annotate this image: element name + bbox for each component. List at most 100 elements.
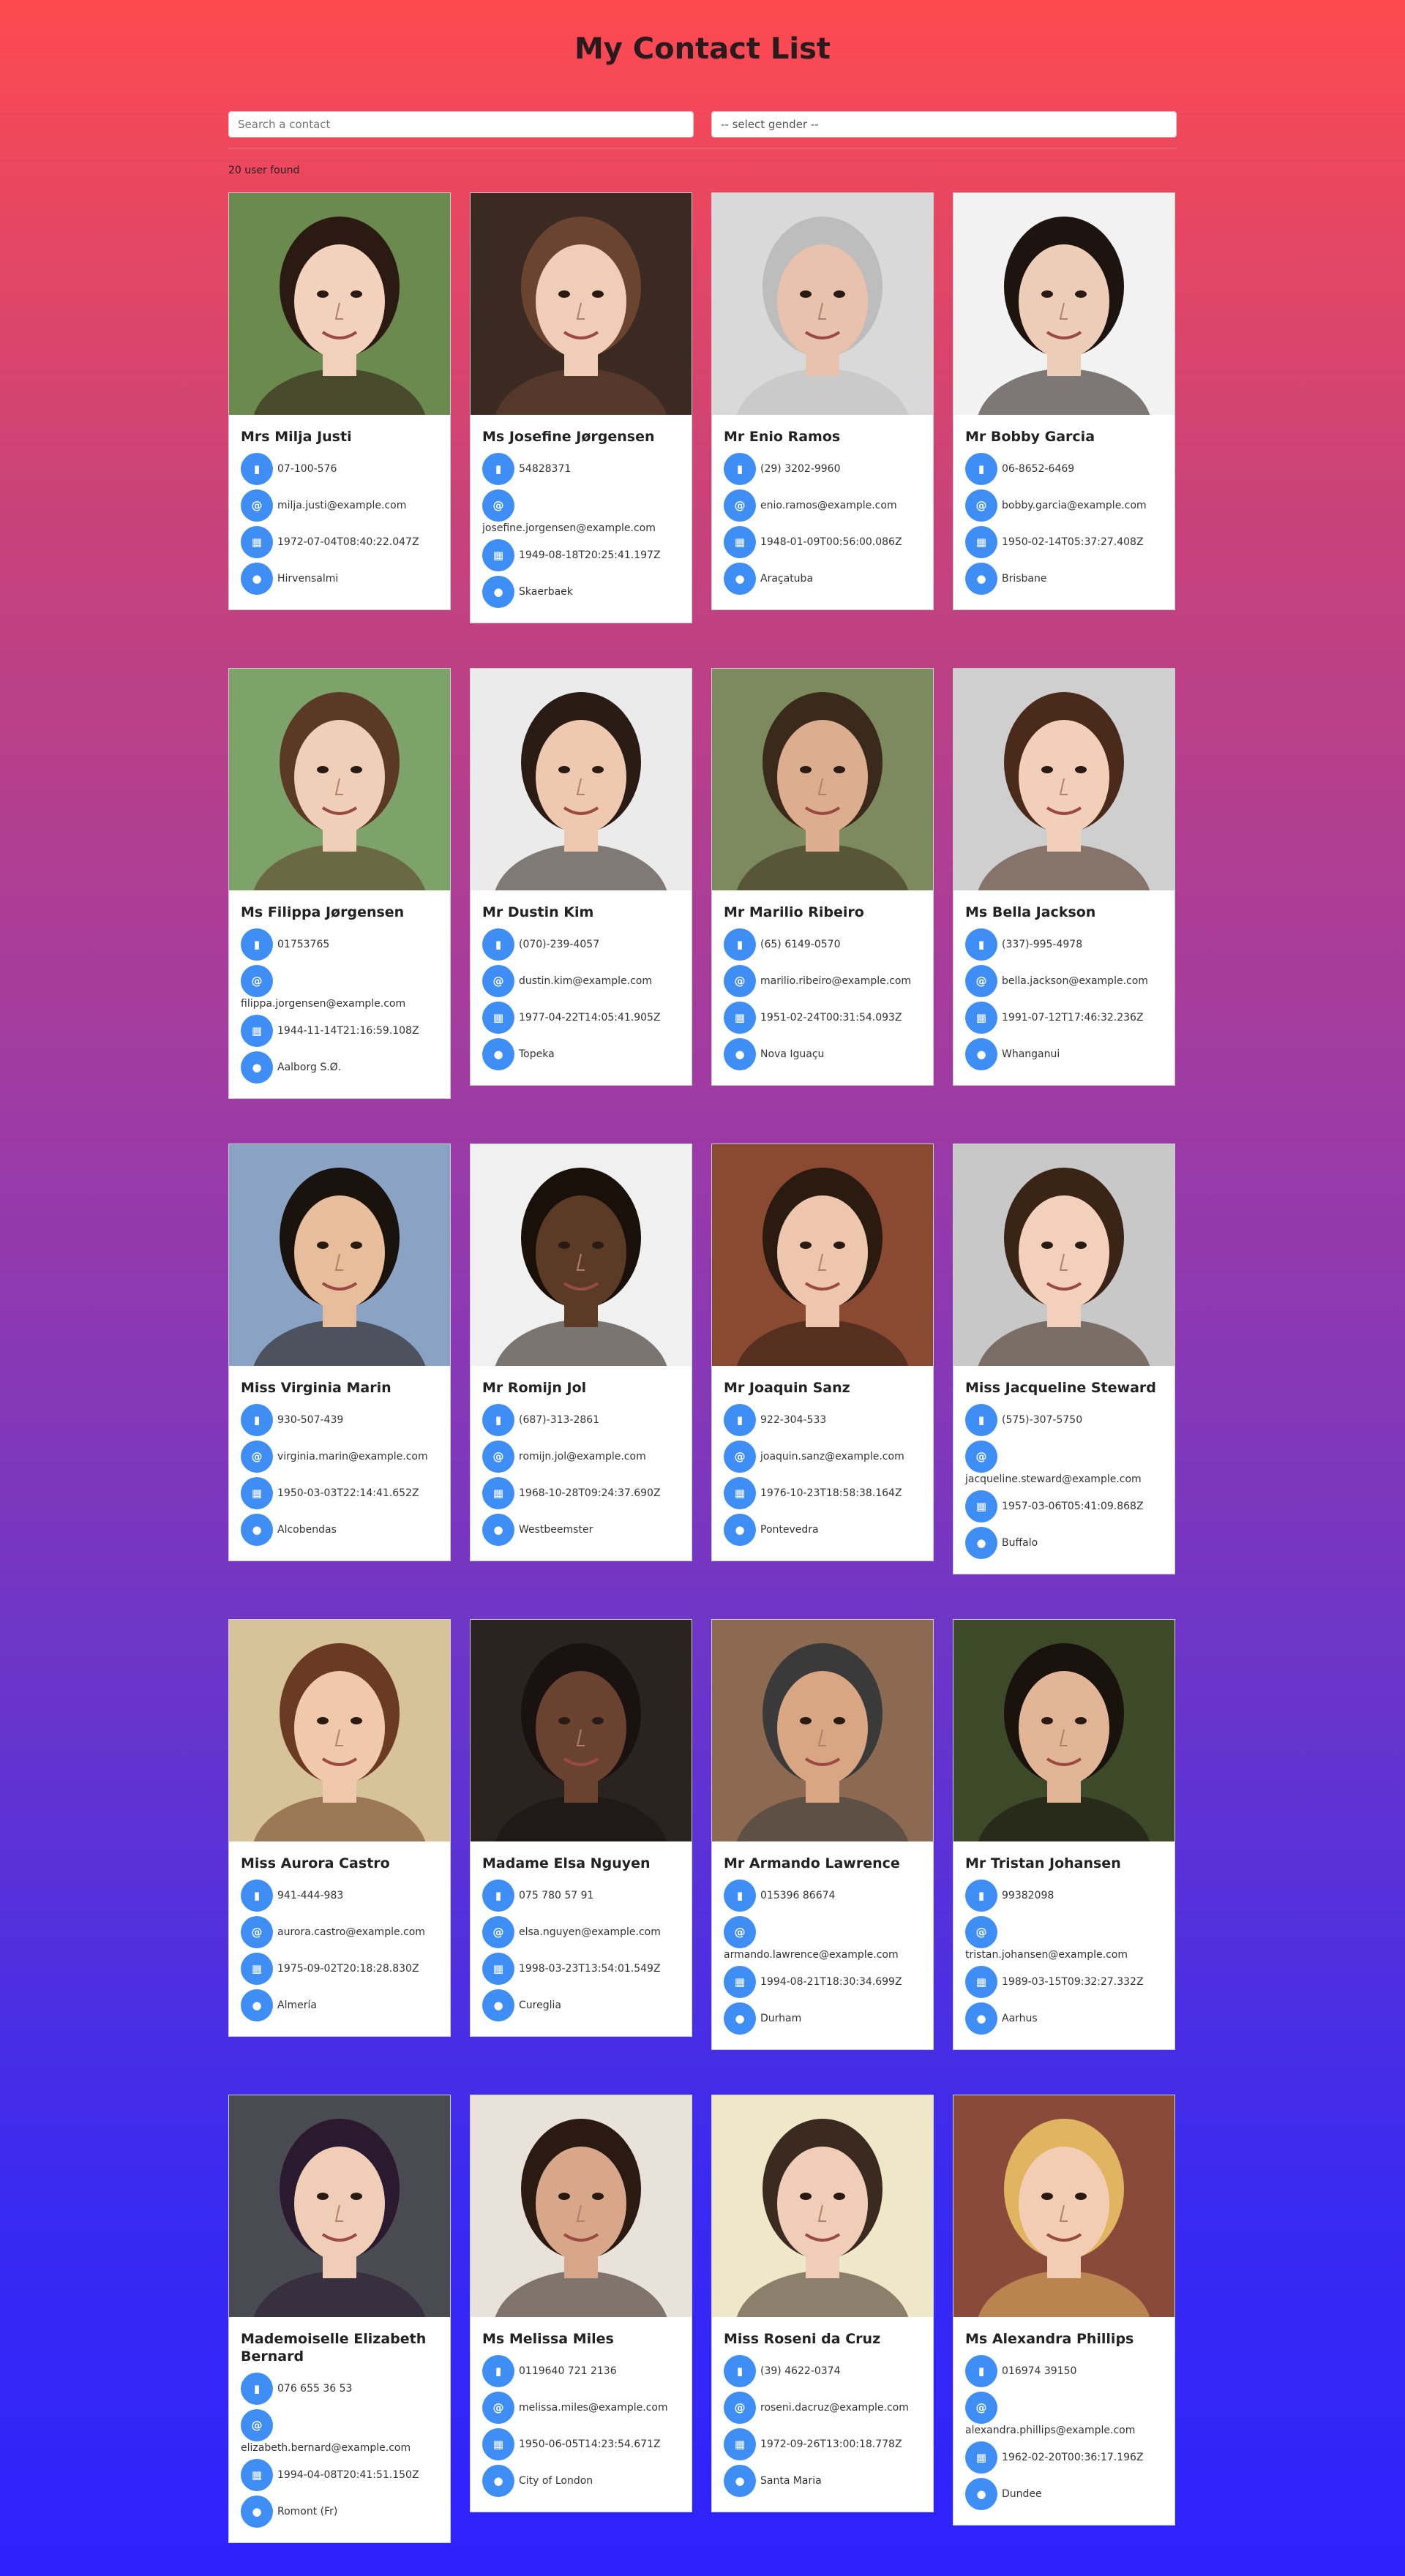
contact-card[interactable]: Mr Marilio Ribeiro ▮ (65) 6149-0570 @ marili… [711, 668, 934, 1086]
calendar-icon: ▦ [482, 539, 514, 571]
contact-card[interactable]: Madame Elsa Nguyen ▮ 075 780 57 91 @ elsa.ng… [470, 1619, 692, 2037]
email-icon: @ [965, 1916, 997, 1948]
dob-row: ▦ 1977-04-22T14:05:41.905Z [482, 1002, 680, 1034]
location-pin-icon: ● [965, 2002, 997, 2035]
contact-photo [471, 669, 692, 890]
contact-card[interactable]: Mr Joaquin Sanz ▮ 922-304-533 @ joaquin.sanz… [711, 1144, 934, 1561]
dob-row: ▦ 1972-09-26T13:00:18.778Z [724, 2428, 921, 2460]
dob-row: ▦ 1950-06-05T14:23:54.671Z [482, 2428, 680, 2460]
calendar-icon: ▦ [965, 2441, 997, 2474]
contact-city: Westbeemster [519, 1524, 593, 1536]
email-row: @ armando.lawrence@example.com [724, 1916, 921, 1961]
result-count: 20 user found [228, 165, 300, 176]
contact-email: virginia.marin@example.com [277, 1451, 428, 1462]
contact-card[interactable]: Mr Armando Lawrence ▮ 015396 86674 @ armando… [711, 1619, 934, 2050]
contact-dob: 1950-06-05T14:23:54.671Z [519, 2438, 661, 2450]
city-row: ● Romont (Fr) [241, 2496, 438, 2528]
city-row: ● Durham [724, 2002, 921, 2035]
phone-icon: ▮ [482, 2355, 514, 2387]
contact-phone: 076 655 36 53 [277, 2383, 353, 2395]
calendar-icon: ▦ [482, 2428, 514, 2460]
contact-email: alexandra.phillips@example.com [965, 2425, 1136, 2436]
contact-card[interactable]: Ms Alexandra Phillips ▮ 016974 39150 @ alexa… [953, 2095, 1175, 2526]
email-row: @ jacqueline.steward@example.com [965, 1441, 1163, 1486]
contact-email: marilio.ribeiro@example.com [760, 975, 912, 987]
gender-select-box[interactable]: -- select gender -- [711, 111, 1177, 138]
email-icon: @ [965, 1441, 997, 1473]
contact-card[interactable]: Mrs Milja Justi ▮ 07-100-576 @ milja.justi@e… [228, 192, 451, 610]
email-row: @ filippa.jorgensen@example.com [241, 965, 438, 1010]
city-row: ● Whanganui [965, 1038, 1163, 1070]
contact-dob: 1962-02-20T00:36:17.196Z [1002, 2452, 1144, 2463]
email-icon: @ [241, 2409, 273, 2441]
contact-card[interactable]: Mr Bobby Garcia ▮ 06-8652-6469 @ bobby.garci… [953, 192, 1175, 610]
email-icon: @ [965, 965, 997, 997]
city-row: ● Nova Iguaçu [724, 1038, 921, 1070]
location-pin-icon: ● [241, 563, 273, 595]
contact-dob: 1950-02-14T05:37:27.408Z [1002, 536, 1144, 548]
dob-row: ▦ 1968-10-28T09:24:37.690Z [482, 1477, 680, 1509]
contact-name: Mr Bobby Garcia [965, 429, 1095, 445]
city-row: ● Aalborg S.Ø. [241, 1051, 438, 1084]
phone-row: ▮ (65) 6149-0570 [724, 928, 921, 961]
contact-card[interactable]: Ms Josefine Jørgensen ▮ 54828371 @ josefine.… [470, 192, 692, 623]
contact-photo [953, 1620, 1174, 1841]
contact-photo [712, 1620, 933, 1841]
city-row: ● Cureglia [482, 1989, 680, 2021]
dob-row: ▦ 1944-11-14T21:16:59.108Z [241, 1015, 438, 1047]
contact-card[interactable]: Mr Enio Ramos ▮ (29) 3202-9960 @ enio.ramos@… [711, 192, 934, 610]
contact-dob: 1976-10-23T18:58:38.164Z [760, 1487, 902, 1499]
contact-phone: 941-444-983 [277, 1890, 344, 1901]
contact-phone: 07-100-576 [277, 463, 337, 475]
contact-name: Ms Melissa Miles [482, 2331, 614, 2347]
contact-info: ▮ 075 780 57 91 @ elsa.nguyen@example.com ▦ 1… [482, 1880, 680, 2021]
contact-email: joaquin.sanz@example.com [760, 1451, 904, 1462]
contact-phone: 54828371 [519, 463, 572, 475]
phone-row: ▮ 076 655 36 53 [241, 2373, 438, 2405]
contact-photo [712, 193, 933, 415]
contact-card[interactable]: Mademoiselle Elizabeth Bernard ▮ 076 655 3… [228, 2095, 451, 2543]
calendar-icon: ▦ [482, 1953, 514, 1985]
location-pin-icon: ● [482, 576, 514, 608]
contact-card[interactable]: Ms Bella Jackson ▮ (337)-995-4978 @ bella.ja… [953, 668, 1175, 1086]
contact-card[interactable]: Miss Virginia Marin ▮ 930-507-439 @ virginia… [228, 1144, 451, 1561]
city-row: ● Brisbane [965, 563, 1163, 595]
contact-card[interactable]: Ms Melissa Miles ▮ 0119640 721 2136 @ meliss… [470, 2095, 692, 2512]
contact-city: Durham [760, 2013, 802, 2024]
contact-city: Topeka [519, 1048, 555, 1060]
contact-card[interactable]: Ms Filippa Jørgensen ▮ 01753765 @ filippa.jo… [228, 668, 451, 1099]
contact-phone: (29) 3202-9960 [760, 463, 841, 475]
contact-card[interactable]: Mr Dustin Kim ▮ (070)-239-4057 @ dustin.kim@… [470, 668, 692, 1086]
contact-city: Pontevedra [760, 1524, 819, 1536]
contact-card[interactable]: Miss Roseni da Cruz ▮ (39) 4622-0374 @ rosen… [711, 2095, 934, 2512]
contact-photo [471, 1144, 692, 1366]
contact-card[interactable]: Miss Jacqueline Steward ▮ (575)-307-5750 @ j… [953, 1144, 1175, 1574]
location-pin-icon: ● [482, 1514, 514, 1546]
calendar-icon: ▦ [241, 2459, 273, 2491]
phone-icon: ▮ [965, 453, 997, 485]
contact-phone: 01753765 [277, 939, 330, 950]
search-input[interactable] [228, 111, 694, 138]
contact-email: melissa.miles@example.com [519, 2402, 668, 2414]
phone-row: ▮ 01753765 [241, 928, 438, 961]
contact-photo [471, 193, 692, 415]
location-pin-icon: ● [241, 2496, 273, 2528]
contact-card[interactable]: Mr Romijn Jol ▮ (687)-313-2861 @ romijn.jol@… [470, 1144, 692, 1561]
contact-card[interactable]: Miss Aurora Castro ▮ 941-444-983 @ aurora.ca… [228, 1619, 451, 2037]
email-row: @ roseni.dacruz@example.com [724, 2392, 921, 2424]
dob-row: ▦ 1962-02-20T00:36:17.196Z [965, 2441, 1163, 2474]
contact-photo [229, 2095, 450, 2317]
phone-row: ▮ 941-444-983 [241, 1880, 438, 1912]
gender-select[interactable]: -- select gender -- [711, 111, 1177, 138]
calendar-icon: ▦ [241, 526, 273, 558]
contact-info: ▮ 016974 39150 @ alexandra.phillips@example… [965, 2355, 1163, 2510]
contact-dob: 1972-09-26T13:00:18.778Z [760, 2438, 902, 2450]
email-row: @ enio.ramos@example.com [724, 489, 921, 522]
dob-row: ▦ 1957-03-06T05:41:09.868Z [965, 1490, 1163, 1522]
contact-photo [229, 1620, 450, 1841]
email-icon: @ [965, 489, 997, 522]
phone-row: ▮ (39) 4622-0374 [724, 2355, 921, 2387]
contact-name: Mademoiselle Elizabeth Bernard [241, 2331, 427, 2365]
contact-card[interactable]: Mr Tristan Johansen ▮ 99382098 @ tristan.joh… [953, 1619, 1175, 2050]
contact-name: Miss Aurora Castro [241, 1855, 390, 1871]
